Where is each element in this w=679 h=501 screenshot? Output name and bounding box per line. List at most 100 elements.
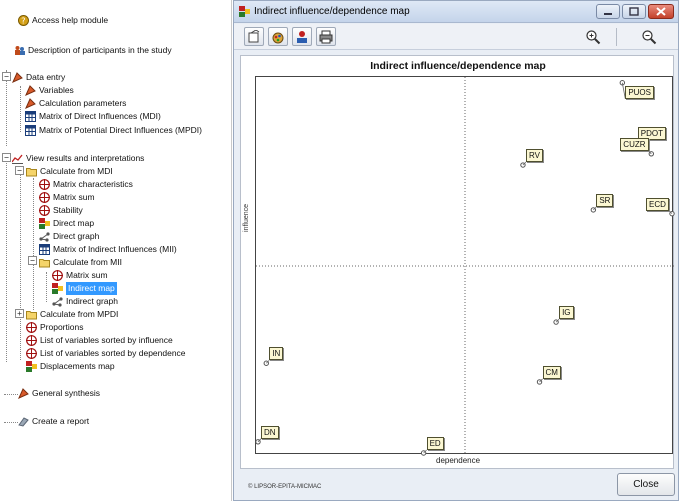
tree-item-stability[interactable]: Stability bbox=[39, 204, 83, 217]
indirect-map-window: Indirect influence/dependence map Indire… bbox=[233, 0, 679, 501]
copy-button[interactable] bbox=[244, 27, 264, 46]
chart-title: Indirect influence/dependence map bbox=[370, 60, 546, 72]
tree-guide bbox=[46, 272, 47, 302]
tree-item-indirect-graph[interactable]: Indirect graph bbox=[52, 295, 118, 308]
target-icon bbox=[26, 335, 37, 346]
tree-item-data-entry[interactable]: Data entry bbox=[12, 71, 65, 84]
tree-item-calc-params[interactable]: Calculation parameters bbox=[25, 97, 126, 110]
point-label[interactable]: CUZR bbox=[620, 137, 649, 151]
map-toolbar bbox=[234, 24, 678, 50]
tree-item-matrix-sum[interactable]: Matrix sum bbox=[39, 191, 95, 204]
map-icon bbox=[39, 218, 50, 229]
minimize-button[interactable] bbox=[596, 4, 620, 19]
zoom-out-button[interactable] bbox=[632, 27, 666, 46]
map-canvas[interactable]: Indirect influence/dependence map influe… bbox=[240, 55, 675, 469]
target-icon bbox=[52, 270, 63, 281]
tree-item-sorted-dependence[interactable]: List of variables sorted by dependence bbox=[26, 347, 186, 360]
help-icon: ? bbox=[18, 15, 29, 26]
svg-text:?: ? bbox=[21, 17, 25, 26]
maximize-button[interactable] bbox=[622, 4, 646, 19]
graph-icon bbox=[39, 231, 50, 242]
tree-item-variables[interactable]: Variables bbox=[25, 84, 74, 97]
minimize-icon bbox=[604, 13, 612, 15]
folder-icon bbox=[26, 309, 37, 320]
maximize-icon bbox=[629, 7, 639, 16]
tree-item-direct-map[interactable]: Direct map bbox=[39, 217, 94, 230]
variables-icon bbox=[25, 85, 36, 96]
print-icon bbox=[319, 30, 333, 43]
window-title: Indirect influence/dependence map bbox=[254, 6, 410, 17]
chart-line-icon bbox=[12, 153, 23, 164]
folder-icon bbox=[39, 257, 50, 268]
map-icon bbox=[52, 283, 63, 294]
tree-guide bbox=[4, 394, 18, 395]
collapse-toggle[interactable]: − bbox=[15, 166, 24, 175]
folder-icon bbox=[26, 166, 37, 177]
toolbar-separator bbox=[616, 28, 617, 46]
tree-guide bbox=[6, 70, 7, 146]
tree-item-calc-mpdi[interactable]: Calculate from MPDI bbox=[26, 308, 118, 321]
tree-guide bbox=[6, 158, 7, 362]
close-button[interactable]: Close bbox=[617, 473, 675, 496]
copyright-text: © LIPSOR-EPITA-MICMAC bbox=[248, 484, 322, 490]
expand-toggle[interactable]: + bbox=[15, 309, 24, 318]
tree-item-displacements-map[interactable]: Displacements map bbox=[26, 360, 115, 373]
zoom-in-button[interactable] bbox=[576, 27, 610, 46]
report-icon bbox=[18, 416, 29, 427]
close-icon bbox=[656, 7, 666, 16]
people-icon bbox=[14, 45, 25, 56]
matrix-icon bbox=[39, 244, 50, 255]
collapse-toggle[interactable]: − bbox=[28, 256, 37, 265]
target-icon bbox=[39, 192, 50, 203]
tree-item-access-help[interactable]: ? Access help module bbox=[18, 14, 108, 27]
tree-item-calc-mdi[interactable]: Calculate from MDI bbox=[26, 165, 113, 178]
zoom-in-icon bbox=[586, 29, 601, 44]
print-button[interactable] bbox=[316, 27, 336, 46]
filter-button[interactable] bbox=[292, 27, 312, 46]
tree-item-mii[interactable]: Matrix of Indirect Influences (MII) bbox=[39, 243, 177, 256]
point-label[interactable]: IG bbox=[559, 306, 574, 320]
synthesis-icon bbox=[18, 388, 29, 399]
parameters-icon bbox=[25, 98, 36, 109]
filter-icon bbox=[297, 30, 307, 43]
map-icon bbox=[239, 6, 250, 17]
tree-item-indirect-map[interactable]: Indirect map bbox=[52, 282, 117, 295]
point-label[interactable]: PUOS bbox=[625, 85, 654, 99]
tree-item-mpdi[interactable]: Matrix of Potential Direct Influences (M… bbox=[25, 124, 202, 137]
tree-guide bbox=[4, 422, 18, 423]
tree-item-matrix-characteristics[interactable]: Matrix characteristics bbox=[39, 178, 133, 191]
project-tree[interactable]: − − − − + ? Access help module Descripti… bbox=[0, 0, 232, 501]
target-icon bbox=[26, 322, 37, 333]
matrix-icon bbox=[25, 125, 36, 136]
collapse-toggle[interactable]: − bbox=[2, 153, 11, 162]
tree-item-proportions[interactable]: Proportions bbox=[26, 321, 83, 334]
tree-item-mii-matrix-sum[interactable]: Matrix sum bbox=[52, 269, 108, 282]
point-label[interactable]: DN bbox=[261, 425, 279, 439]
tree-item-create-report[interactable]: Create a report bbox=[18, 415, 89, 428]
tree-item-calc-mii[interactable]: Calculate from MII bbox=[39, 256, 122, 269]
tree-item-mdi[interactable]: Matrix of Direct Influences (MDI) bbox=[25, 110, 161, 123]
plot-svg bbox=[255, 77, 675, 456]
point-label[interactable]: SR bbox=[596, 193, 614, 207]
tree-item-direct-graph[interactable]: Direct graph bbox=[39, 230, 99, 243]
point-label[interactable]: IN bbox=[269, 347, 284, 361]
tree-guide bbox=[20, 170, 21, 360]
tree-item-participants[interactable]: Description of participants in the study bbox=[14, 44, 172, 57]
window-titlebar[interactable]: Indirect influence/dependence map bbox=[234, 1, 678, 23]
point-label[interactable]: ED bbox=[426, 437, 444, 450]
point-label[interactable]: ECD bbox=[646, 197, 669, 211]
y-axis-label: influence bbox=[243, 203, 250, 232]
tree-guide bbox=[20, 86, 21, 132]
tree-item-sorted-influence[interactable]: List of variables sorted by influence bbox=[26, 334, 173, 347]
x-axis-label: dependence bbox=[436, 456, 481, 465]
graph-icon bbox=[52, 296, 63, 307]
point-label[interactable]: CM bbox=[542, 365, 561, 379]
palette-button[interactable] bbox=[268, 27, 288, 46]
target-icon bbox=[39, 179, 50, 190]
close-window-button[interactable] bbox=[648, 4, 674, 19]
point-label[interactable]: RV bbox=[525, 149, 543, 163]
target-icon bbox=[26, 348, 37, 359]
tree-item-view-results[interactable]: View results and interpretations bbox=[12, 152, 144, 165]
collapse-toggle[interactable]: − bbox=[2, 72, 11, 81]
tree-item-general-synthesis[interactable]: General synthesis bbox=[18, 387, 100, 400]
